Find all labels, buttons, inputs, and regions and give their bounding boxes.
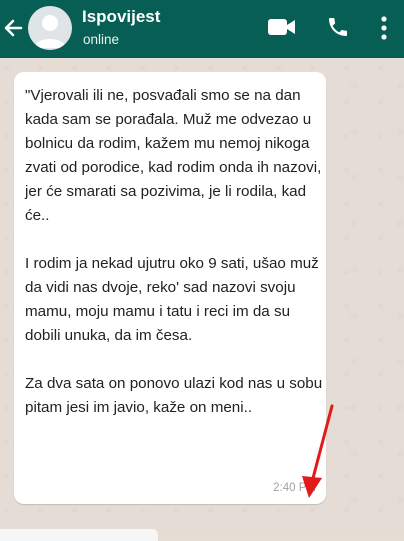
back-arrow-icon[interactable] xyxy=(2,14,24,42)
next-message-edge xyxy=(0,529,158,541)
message-bubble[interactable]: "Vjerovali ili ne, posvađali smo se na d… xyxy=(14,72,326,504)
video-call-icon[interactable] xyxy=(268,17,296,37)
message-text: "Vjerovali ili ne, posvađali smo se na d… xyxy=(25,87,323,416)
chat-header: Ispovijest online xyxy=(0,0,404,58)
more-vertical-icon[interactable] xyxy=(380,16,388,40)
contact-status: online xyxy=(83,32,120,47)
contact-name[interactable]: Ispovijest xyxy=(82,7,160,27)
phone-call-icon[interactable] xyxy=(326,15,350,39)
annotation-arrow xyxy=(302,404,334,498)
avatar-placeholder-icon xyxy=(34,15,66,48)
avatar[interactable] xyxy=(28,6,72,50)
